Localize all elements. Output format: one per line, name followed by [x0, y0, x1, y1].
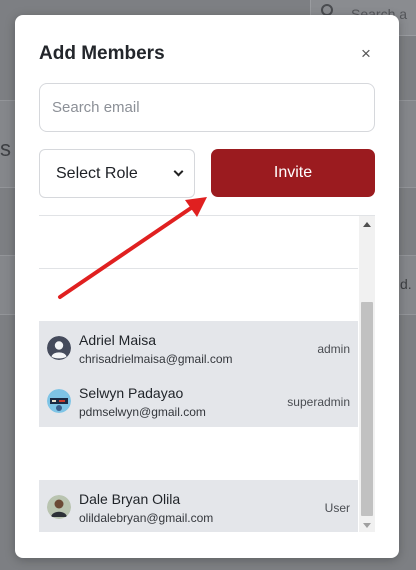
- scroll-down-icon[interactable]: [363, 523, 371, 528]
- role-select-value: Select Role: [56, 164, 138, 182]
- member-role: User: [324, 501, 350, 515]
- modal-title: Add Members: [39, 43, 165, 64]
- member-role: admin: [317, 342, 350, 356]
- scroll-up-icon[interactable]: [363, 222, 371, 227]
- role-select[interactable]: Select Role: [39, 149, 195, 198]
- close-icon[interactable]: ×: [361, 44, 371, 64]
- avatar: [47, 495, 71, 519]
- list-item[interactable]: Selwyn Padayao pdmselwyn@gmail.com super…: [39, 374, 358, 427]
- avatar: [47, 389, 71, 413]
- chevron-down-icon: [173, 166, 184, 177]
- member-group: Dale Bryan Olila olildalebryan@gmail.com…: [39, 480, 358, 532]
- scrollbar-thumb[interactable]: [361, 302, 373, 516]
- add-members-modal: Add Members × Select Role Invite Adriel …: [15, 15, 399, 558]
- background-text-fragment: d.: [400, 276, 412, 292]
- avatar: [47, 336, 71, 360]
- list-item[interactable]: Dale Bryan Olila olildalebryan@gmail.com…: [39, 480, 358, 532]
- scrollbar[interactable]: [359, 216, 375, 532]
- member-email: chrisadrielmaisa@gmail.com: [79, 352, 233, 366]
- member-group: Adriel Maisa chrisadrielmaisa@gmail.com …: [39, 321, 358, 427]
- member-email: pdmselwyn@gmail.com: [79, 405, 206, 419]
- member-email: olildalebryan@gmail.com: [79, 511, 214, 525]
- list-item[interactable]: Adriel Maisa chrisadrielmaisa@gmail.com …: [39, 321, 358, 374]
- invite-button[interactable]: Invite: [211, 149, 375, 197]
- member-name: Selwyn Padayao: [79, 385, 184, 401]
- list-divider: [39, 268, 358, 269]
- member-name: Dale Bryan Olila: [79, 491, 181, 507]
- member-name: Adriel Maisa: [79, 332, 157, 348]
- member-role: superadmin: [287, 395, 350, 409]
- search-email-input[interactable]: [39, 83, 375, 132]
- member-list[interactable]: Adriel Maisa chrisadrielmaisa@gmail.com …: [39, 215, 375, 532]
- background-text-fragment: s: [0, 136, 11, 161]
